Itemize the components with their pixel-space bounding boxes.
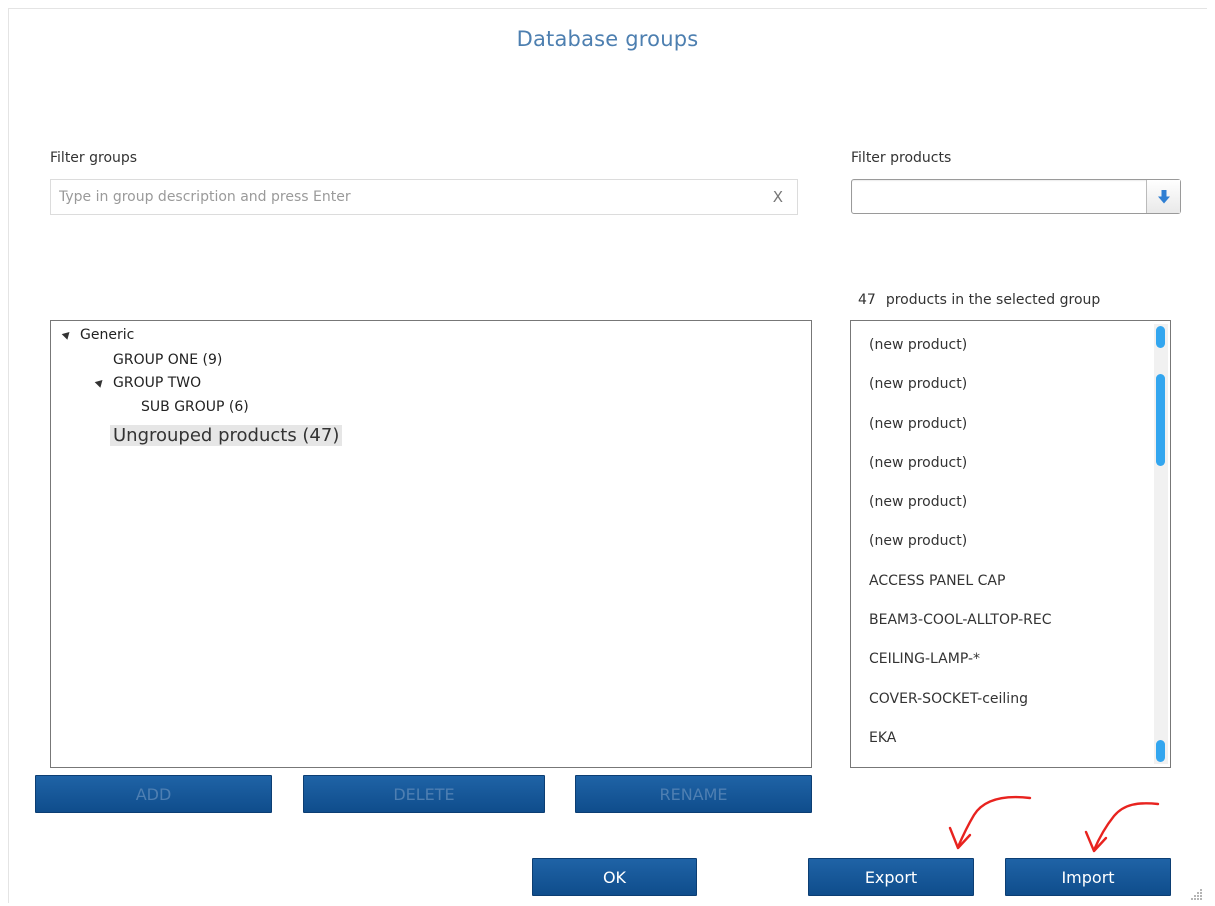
group-tree[interactable]: Generic GROUP ONE (9) GROUP TWO SUB GROU… xyxy=(50,320,812,768)
tree-node-label: GROUP TWO xyxy=(113,375,202,391)
tree-node-label: GROUP ONE (9) xyxy=(113,352,223,368)
tree-node-group-two[interactable]: GROUP TWO xyxy=(94,375,202,391)
filter-groups-input[interactable] xyxy=(51,180,749,214)
filter-products-label: Filter products xyxy=(851,150,952,166)
product-list-item[interactable]: BEAM3-COOL-ALLTOP-REC xyxy=(851,601,1141,640)
clear-filter-button[interactable]: X xyxy=(773,188,783,206)
ok-button[interactable]: OK xyxy=(532,858,697,896)
tree-node-generic[interactable]: Generic xyxy=(61,327,135,343)
red-arrow-icon xyxy=(1084,802,1160,853)
product-list-item[interactable]: (new product) xyxy=(851,444,1141,483)
tree-node-sub-group[interactable]: SUB GROUP (6) xyxy=(141,399,249,415)
product-list-item[interactable]: (new product) xyxy=(851,483,1141,522)
product-count: 47 products in the selected group xyxy=(858,292,1100,308)
product-count-label: products in the selected group xyxy=(885,292,1101,308)
tree-node-label: SUB GROUP (6) xyxy=(141,399,249,415)
filter-products-dropdown-button[interactable] xyxy=(1146,180,1180,213)
product-list-items: (new product) (new product) (new product)(… xyxy=(851,321,1141,758)
arrow-down-icon xyxy=(1157,189,1170,203)
product-list-item[interactable]: CEILING-LAMP-* xyxy=(851,640,1141,679)
tree-node-label: Generic xyxy=(80,327,135,343)
product-count-number: 47 xyxy=(858,292,876,308)
filter-groups-label: Filter groups xyxy=(50,150,138,166)
product-list-item[interactable]: ACCESS PANEL CAP xyxy=(851,562,1141,601)
scroll-down-button[interactable] xyxy=(1156,740,1165,762)
rename-group-button[interactable]: RENAME xyxy=(575,775,812,813)
filter-products-combo[interactable] xyxy=(851,179,1181,214)
dialog-title: Database groups xyxy=(516,27,699,51)
expand-caret-icon[interactable] xyxy=(61,329,73,340)
product-list-item[interactable]: COVER-SOCKET-ceiling xyxy=(851,680,1141,719)
product-list-item[interactable]: (new product) xyxy=(851,365,1141,404)
scroll-up-button[interactable] xyxy=(1156,326,1165,348)
scroll-thumb[interactable] xyxy=(1156,374,1165,466)
product-list[interactable]: (new product) (new product) (new product)(… xyxy=(850,320,1171,768)
filter-groups-field: X xyxy=(50,179,798,215)
product-list-item[interactable]: (new product) xyxy=(851,405,1141,444)
product-list-scrollbar[interactable] xyxy=(1154,324,1168,764)
product-list-item[interactable]: EKA xyxy=(851,719,1141,758)
tree-node-ungrouped[interactable]: Ungrouped products (47) xyxy=(110,425,343,446)
import-button[interactable]: Import xyxy=(1005,858,1171,896)
tree-node-label: Ungrouped products (47) xyxy=(113,425,340,446)
product-list-item[interactable]: (new product) xyxy=(851,522,1141,561)
add-group-button[interactable]: ADD xyxy=(35,775,272,813)
delete-group-button[interactable]: DELETE xyxy=(303,775,545,813)
export-button[interactable]: Export xyxy=(808,858,974,896)
resize-grip-icon[interactable] xyxy=(1191,888,1203,900)
expand-caret-icon[interactable] xyxy=(94,377,106,388)
product-list-item[interactable]: (new product) xyxy=(851,326,1141,365)
tree-node-group-one[interactable]: GROUP ONE (9) xyxy=(113,352,222,368)
red-arrow-icon xyxy=(948,795,1032,850)
